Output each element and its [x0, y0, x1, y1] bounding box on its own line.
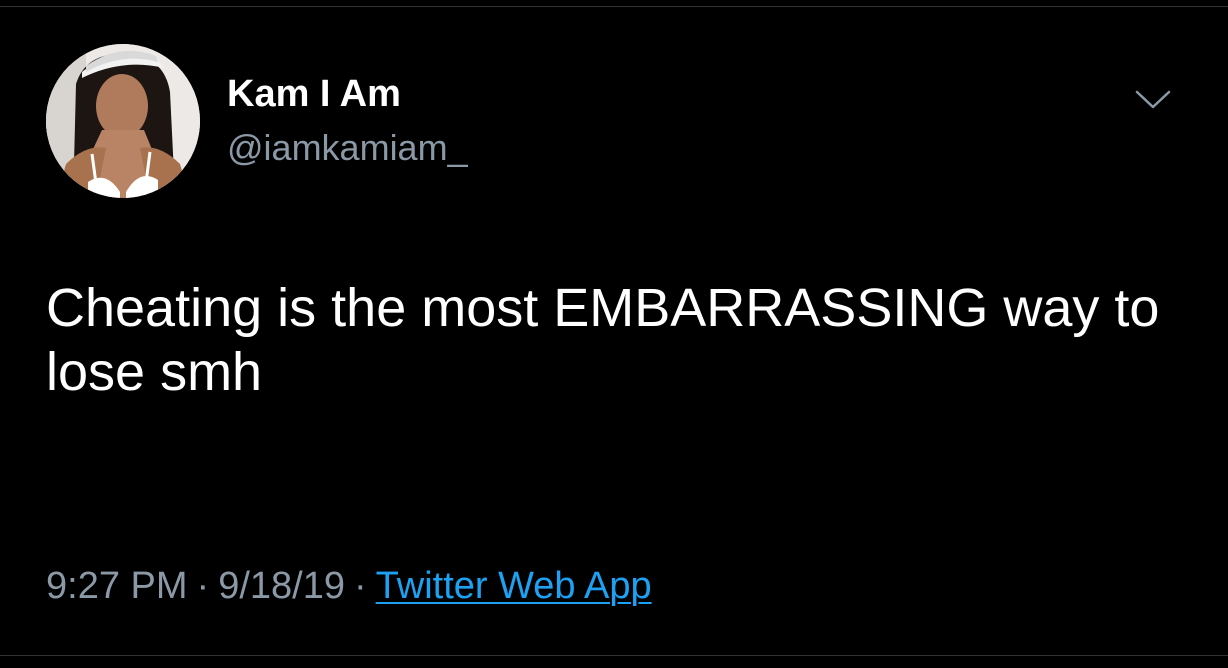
avatar[interactable] — [46, 44, 200, 198]
author-handle[interactable]: @iamkamiam_ — [227, 127, 468, 169]
profile-photo-icon — [46, 44, 200, 198]
author-display-name[interactable]: Kam I Am — [227, 72, 401, 116]
top-divider — [0, 6, 1228, 7]
bottom-divider — [0, 655, 1228, 656]
chevron-down-icon[interactable] — [1131, 86, 1175, 114]
tweet-metadata: 9:27 PM · 9/18/19 · Twitter Web App — [46, 563, 652, 609]
tweet-text: Cheating is the most EMBARRASSING way to… — [46, 278, 1160, 402]
tweet-date[interactable]: 9/18/19 — [218, 565, 345, 607]
tweet-source-link[interactable]: Twitter Web App — [376, 565, 652, 607]
tweet-time[interactable]: 9:27 PM — [46, 565, 188, 607]
separator-dot: · — [353, 565, 367, 607]
separator-dot: · — [196, 565, 210, 607]
